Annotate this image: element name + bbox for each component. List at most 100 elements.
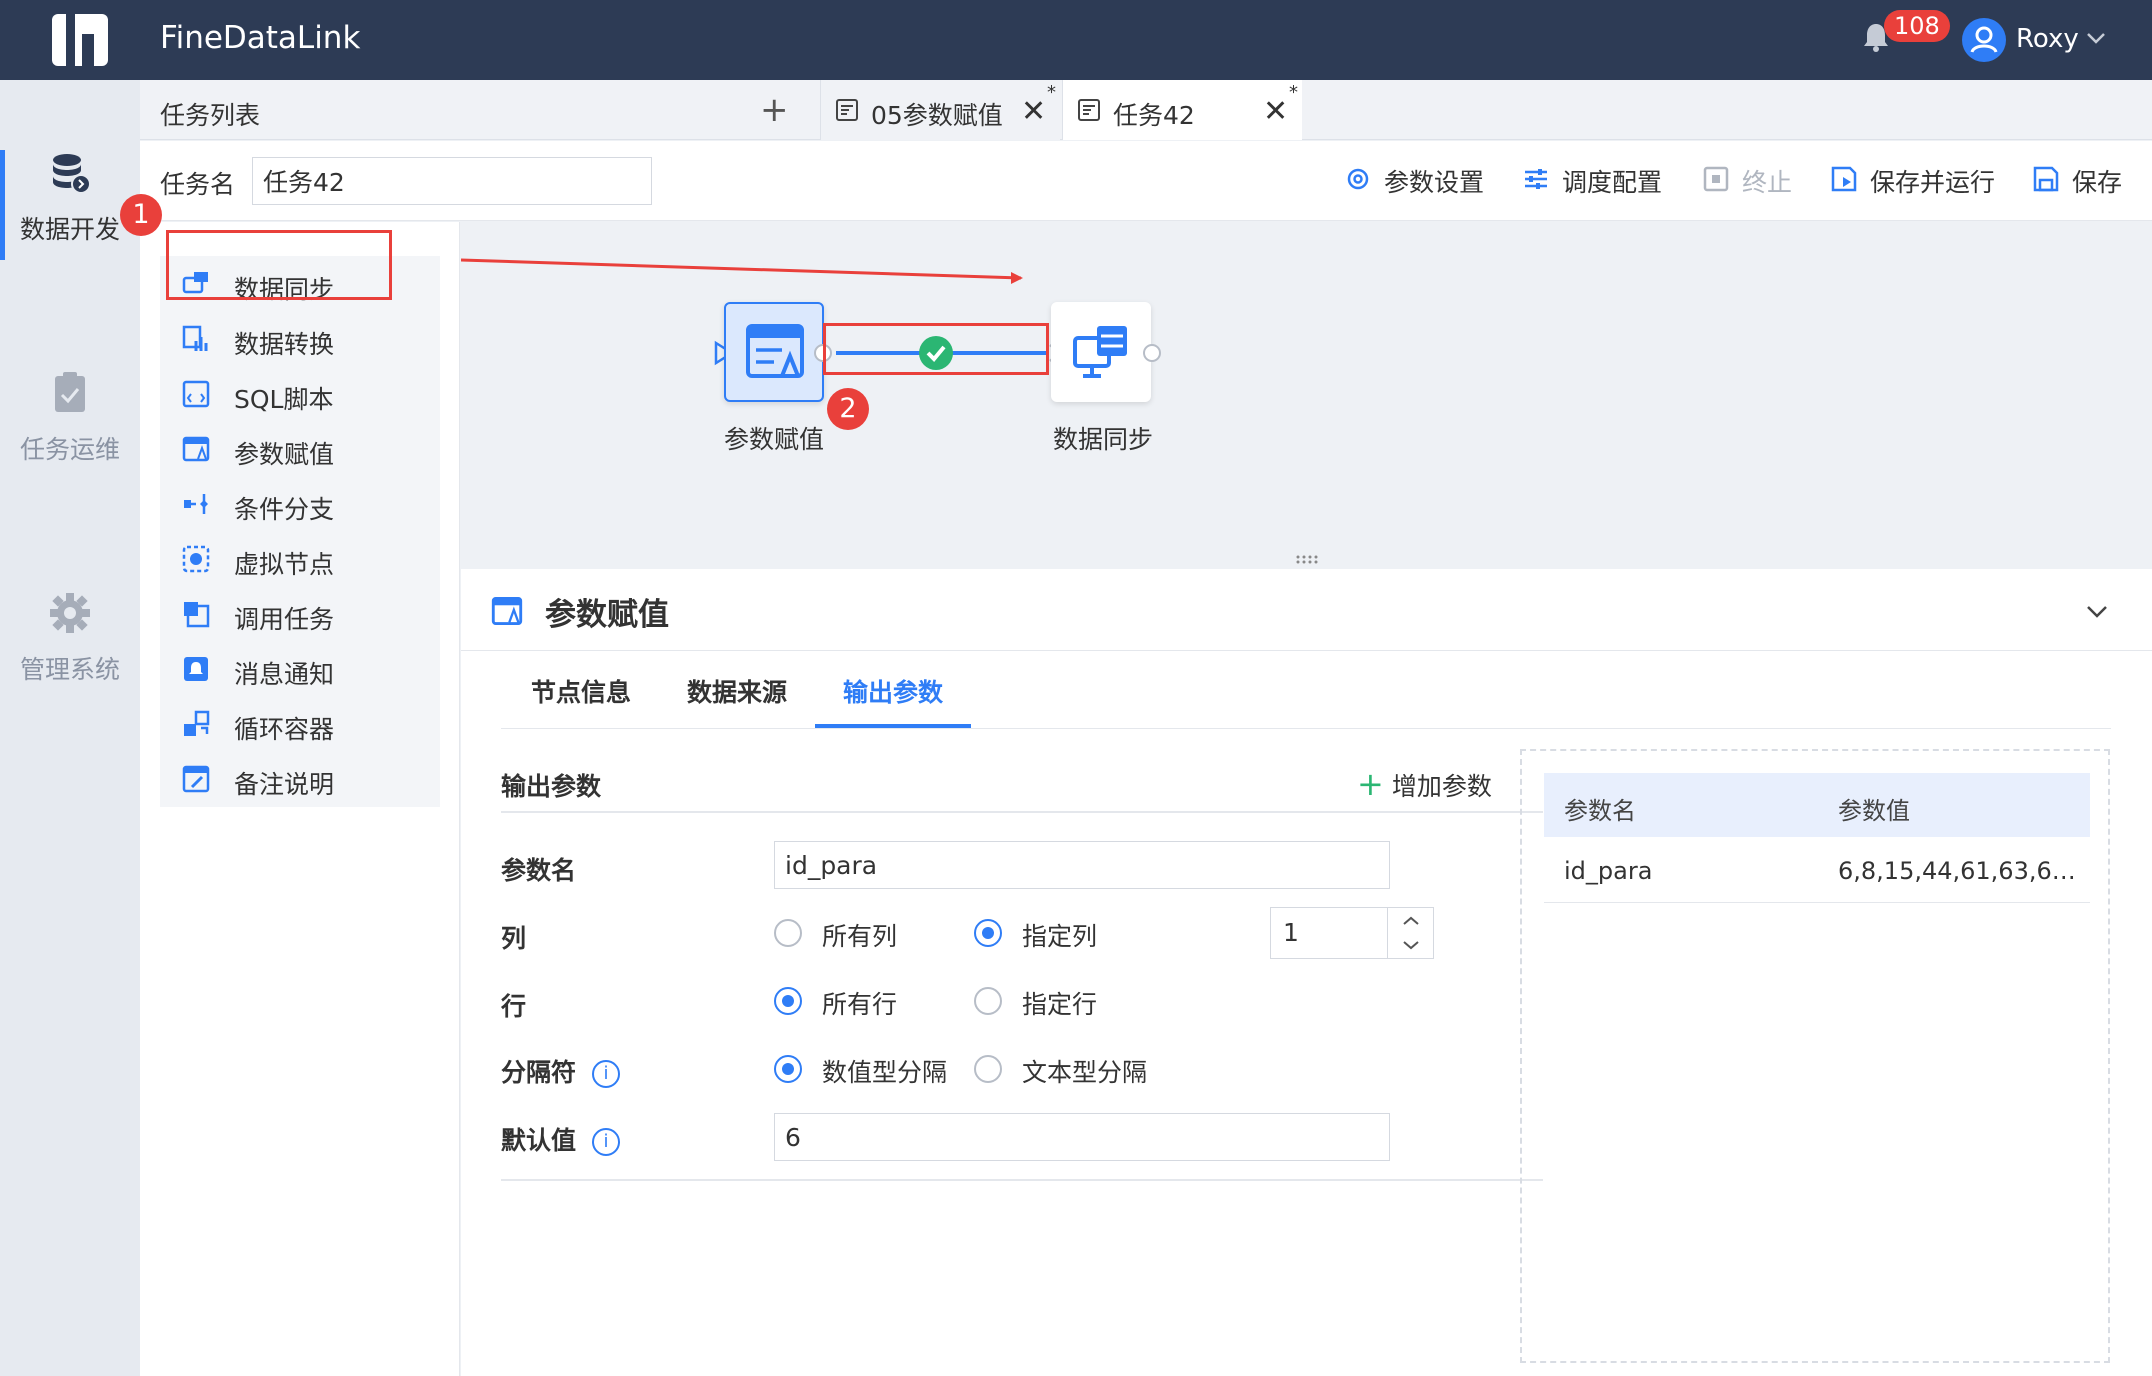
- radio-specified-row[interactable]: 指定行: [974, 985, 1097, 1021]
- column-index-stepper[interactable]: 1: [1270, 907, 1434, 959]
- task-name-input[interactable]: [252, 157, 652, 205]
- sql-icon: [182, 380, 210, 408]
- user-icon: [1970, 26, 1998, 53]
- info-icon[interactable]: i: [592, 1128, 621, 1156]
- row-label: 行: [501, 992, 527, 1021]
- app-title: FineDataLink: [160, 20, 361, 56]
- tab-node-info[interactable]: 节点信息: [531, 673, 631, 709]
- radio-text-separator[interactable]: 文本型分隔: [974, 1053, 1147, 1089]
- radio-specified-column[interactable]: 指定列: [974, 917, 1097, 953]
- param-assign-icon: [746, 324, 804, 378]
- radio-all-columns[interactable]: 所有列: [774, 917, 897, 953]
- branch-icon: [184, 494, 208, 514]
- section-divider: [501, 1179, 1543, 1181]
- up-down-icon[interactable]: [1388, 908, 1434, 958]
- separator-label: 分隔符 i: [501, 1053, 621, 1089]
- info-icon[interactable]: i: [592, 1060, 621, 1088]
- top-bar: FineDataLink 108 Roxy: [0, 0, 2152, 80]
- dag-node-param-assign[interactable]: [724, 302, 824, 402]
- stop-icon: [1703, 166, 1729, 192]
- column-header: 参数名: [1564, 797, 1636, 825]
- nav-item-data-development[interactable]: 数据开发: [0, 150, 140, 260]
- tab-output-params[interactable]: 输出参数: [843, 673, 943, 709]
- detail-header: 参数赋值: [461, 569, 2152, 651]
- nav-item-management[interactable]: 管理系统: [0, 590, 140, 686]
- close-icon[interactable]: ✕: [1263, 94, 1288, 129]
- notification-badge[interactable]: 108: [1884, 10, 1950, 42]
- palette-item-virtual-node[interactable]: 虚拟节点: [160, 531, 440, 587]
- palette-item-loop-container[interactable]: 循环容器: [160, 696, 440, 752]
- add-param-button[interactable]: + 增加参数: [1357, 765, 1492, 803]
- dag-node-label: 数据同步: [1052, 425, 1153, 454]
- radio-all-rows[interactable]: 所有行: [774, 985, 897, 1021]
- detail-title: 参数赋值: [545, 597, 669, 633]
- palette-item-param-assign[interactable]: 参数赋值: [160, 421, 440, 477]
- data-transform-icon: [182, 325, 208, 351]
- annotation-marker-1: 1: [120, 194, 162, 236]
- user-name[interactable]: Roxy: [2016, 24, 2079, 54]
- left-nav: 数据开发 任务运维 管理系统: [0, 80, 140, 1376]
- save-icon: [2033, 166, 2059, 192]
- nav-label: 任务运维: [19, 435, 120, 464]
- plus-icon: +: [1357, 765, 1384, 803]
- param-name-input[interactable]: [774, 841, 1390, 889]
- table-cell: id_para: [1564, 857, 1653, 885]
- tab-05-param-assign[interactable]: 05参数赋值 ✕ *: [820, 80, 1060, 140]
- nav-label: 数据开发: [19, 215, 120, 244]
- call-task-icon: [184, 602, 210, 628]
- sliders-icon: [1525, 169, 1547, 189]
- tab-task-42[interactable]: 任务42 ✕ *: [1062, 80, 1302, 140]
- palette-item-condition-branch[interactable]: 条件分支: [160, 476, 440, 532]
- schedule-config-button[interactable]: 调度配置: [1522, 163, 1662, 199]
- radio-numeric-separator[interactable]: 数值型分隔: [774, 1053, 947, 1089]
- tab-label: 任务42: [1113, 101, 1195, 130]
- notify-icon: [184, 657, 208, 681]
- tab-data-source[interactable]: 数据来源: [687, 673, 787, 709]
- stepper-buttons[interactable]: [1387, 908, 1433, 958]
- dag-node-label: 参数赋值: [723, 425, 824, 454]
- palette-item-sql-script[interactable]: SQL脚本: [160, 366, 440, 422]
- task-file-icon: [1078, 99, 1100, 121]
- chevron-down-icon[interactable]: [2084, 26, 2108, 50]
- database-icon: [53, 154, 91, 194]
- palette-item-data-transform[interactable]: 数据转换: [160, 311, 440, 367]
- node-output-port[interactable]: [1143, 344, 1161, 362]
- modified-indicator: *: [1289, 82, 1298, 103]
- gear-icon: [1347, 168, 1369, 190]
- data-sync-icon: [1073, 326, 1127, 378]
- preview-table-header: 参数名 参数值: [1544, 773, 2090, 837]
- annotation-highlight-box: [166, 230, 392, 300]
- column-label: 列: [501, 924, 527, 953]
- chevron-down-icon[interactable]: [2083, 597, 2111, 625]
- save-and-run-button[interactable]: 保存并运行: [1830, 163, 1995, 199]
- section-title: 输出参数: [501, 772, 602, 801]
- palette-item-call-task[interactable]: 调用任务: [160, 586, 440, 642]
- virtual-node-icon: [182, 545, 210, 573]
- default-value-label: 默认值 i: [501, 1121, 621, 1157]
- gear-icon: [50, 593, 90, 633]
- close-icon[interactable]: ✕: [1021, 94, 1046, 129]
- workflow-canvas[interactable]: 2 参数赋值 数据同步: [461, 222, 2152, 568]
- palette-item-note[interactable]: 备注说明: [160, 751, 440, 807]
- active-tab-indicator: [815, 724, 971, 728]
- nav-item-task-ops[interactable]: 任务运维: [0, 370, 140, 466]
- annotation-connection-box: [823, 323, 1049, 375]
- palette-item-message-notify[interactable]: 消息通知: [160, 641, 440, 697]
- default-value-input[interactable]: [774, 1113, 1390, 1161]
- stepper-value[interactable]: 1: [1283, 918, 1299, 947]
- param-assign-icon: [182, 436, 210, 462]
- save-button[interactable]: 保存: [2032, 163, 2122, 199]
- resize-grip-icon[interactable]: [1295, 554, 1321, 564]
- param-preview-panel: 参数名 参数值 id_para 6,8,15,44,61,63,65,6…: [1520, 749, 2110, 1363]
- task-name-label: 任务名: [160, 170, 236, 199]
- user-avatar[interactable]: [1962, 18, 2006, 62]
- terminate-button[interactable]: 终止: [1702, 163, 1792, 199]
- app-logo[interactable]: [52, 14, 108, 66]
- node-palette: 数据同步 数据转换 SQL脚本 参数赋值 条件分支 虚拟节点 调用任务 消息通知…: [120, 194, 460, 1376]
- param-settings-button[interactable]: 参数设置: [1344, 163, 1484, 199]
- dag-node-data-sync[interactable]: [1051, 302, 1151, 402]
- task-list-label[interactable]: 任务列表: [160, 96, 260, 132]
- tabs-divider: [501, 728, 2111, 729]
- annotation-arrow: [461, 258, 1063, 366]
- add-tab-button[interactable]: +: [760, 90, 789, 130]
